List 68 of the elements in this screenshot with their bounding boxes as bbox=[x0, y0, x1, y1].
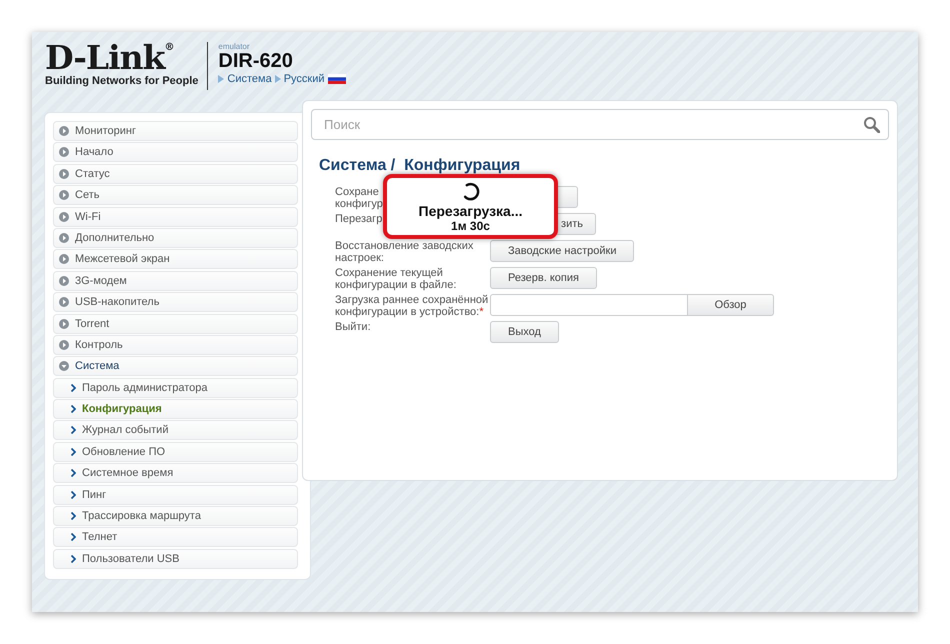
triangle-icon bbox=[218, 75, 224, 83]
file-path-field[interactable] bbox=[490, 294, 688, 316]
sidebar-item[interactable]: USB-накопитель bbox=[53, 292, 298, 312]
chevron-icon bbox=[71, 469, 76, 478]
collapsed-circle-icon bbox=[59, 318, 69, 329]
search-icon[interactable] bbox=[863, 116, 880, 133]
collapsed-circle-icon bbox=[59, 297, 69, 308]
sidebar-item[interactable]: Межсетевой экран bbox=[53, 249, 298, 270]
collapsed-circle-icon bbox=[59, 190, 69, 200]
sidebar-item[interactable]: Torrent bbox=[53, 314, 298, 334]
countdown-timer: 1м 30с bbox=[451, 219, 490, 233]
triangle-icon bbox=[274, 75, 281, 83]
action-button[interactable]: Выход bbox=[490, 321, 559, 343]
chevron-icon bbox=[71, 426, 76, 434]
collapsed-circle-icon bbox=[59, 168, 69, 179]
sidebar-item[interactable]: Сеть bbox=[53, 185, 298, 206]
sidebar-item[interactable]: Система bbox=[53, 356, 298, 376]
browse-button[interactable]: Обзор bbox=[688, 294, 774, 316]
sidebar-subitem[interactable]: Пароль администратора bbox=[53, 378, 298, 398]
chevron-icon bbox=[71, 384, 76, 392]
collapsed-circle-icon bbox=[59, 126, 69, 136]
sidebar-item[interactable]: 3G-модем bbox=[53, 270, 298, 291]
form-label: Загрузка раннее сохранённой конфигурации в устройство:* bbox=[335, 294, 490, 318]
form-label: Выйти: bbox=[335, 321, 371, 333]
sidebar-subitem[interactable]: Пинг bbox=[53, 484, 298, 505]
collapsed-circle-icon bbox=[59, 232, 69, 243]
logo-text: D-Link bbox=[45, 42, 165, 74]
collapsed-circle-icon bbox=[59, 340, 69, 350]
chevron-icon bbox=[71, 448, 76, 456]
collapsed-circle-icon bbox=[59, 212, 69, 222]
chevron-icon bbox=[71, 554, 76, 563]
sidebar-item[interactable]: Мониторинг bbox=[53, 121, 298, 141]
logo-tagline: Building Networks for People bbox=[45, 75, 198, 87]
collapsed-circle-icon bbox=[59, 276, 69, 286]
sidebar-item[interactable]: Wi-Fi bbox=[53, 206, 298, 227]
search-field[interactable]: Поиск bbox=[311, 109, 889, 140]
page-title: Система / Конфигурация bbox=[319, 156, 522, 176]
chevron-icon bbox=[71, 512, 76, 520]
form-label: Сохранение текущей конфигурации в файле: bbox=[335, 267, 458, 291]
chevron-icon bbox=[71, 490, 76, 499]
russian-flag-icon bbox=[328, 74, 346, 84]
sidebar-subitem[interactable]: Трассировка маршрута bbox=[53, 506, 298, 526]
breadcrumb-link[interactable]: Русский bbox=[284, 73, 325, 85]
sidebar-subitem[interactable]: Системное время bbox=[53, 463, 298, 484]
sidebar-subitem[interactable]: Журнал событий bbox=[53, 420, 298, 440]
collapsed-circle-icon bbox=[59, 254, 69, 264]
action-button[interactable]: Резерв. копия bbox=[490, 267, 597, 289]
chevron-icon bbox=[71, 405, 76, 414]
reboot-message: Перезагрузка... bbox=[418, 203, 522, 219]
sidebar-subitem[interactable]: Конфигурация bbox=[53, 399, 298, 420]
sidebar-subitem[interactable]: Телнет bbox=[53, 527, 298, 548]
emulator-label: emulator bbox=[218, 42, 251, 51]
sidebar-item[interactable]: Статус bbox=[53, 164, 298, 184]
breadcrumb-link[interactable]: Система bbox=[227, 73, 272, 85]
registered-mark: ® bbox=[164, 42, 175, 53]
sidebar-item[interactable]: Дополнительно bbox=[53, 228, 298, 248]
sidebar-item[interactable]: Контроль bbox=[53, 334, 298, 355]
sidebar-subitem[interactable]: Обновление ПО bbox=[53, 442, 298, 462]
form-label: Перезагр bbox=[335, 213, 382, 225]
sidebar-subitem[interactable]: Пользователи USB bbox=[53, 548, 298, 569]
chevron-icon bbox=[71, 533, 76, 542]
model-name: DIR-620 bbox=[218, 51, 294, 71]
collapsed-circle-icon bbox=[59, 147, 69, 158]
action-button[interactable]: Заводские настройки bbox=[490, 240, 634, 262]
form-label: Сохране конфигур bbox=[335, 186, 383, 210]
sidebar-item[interactable]: Начало bbox=[53, 142, 298, 162]
expanded-circle-icon bbox=[59, 361, 69, 372]
form-label: Восстановление заводских настроек: bbox=[335, 240, 474, 264]
